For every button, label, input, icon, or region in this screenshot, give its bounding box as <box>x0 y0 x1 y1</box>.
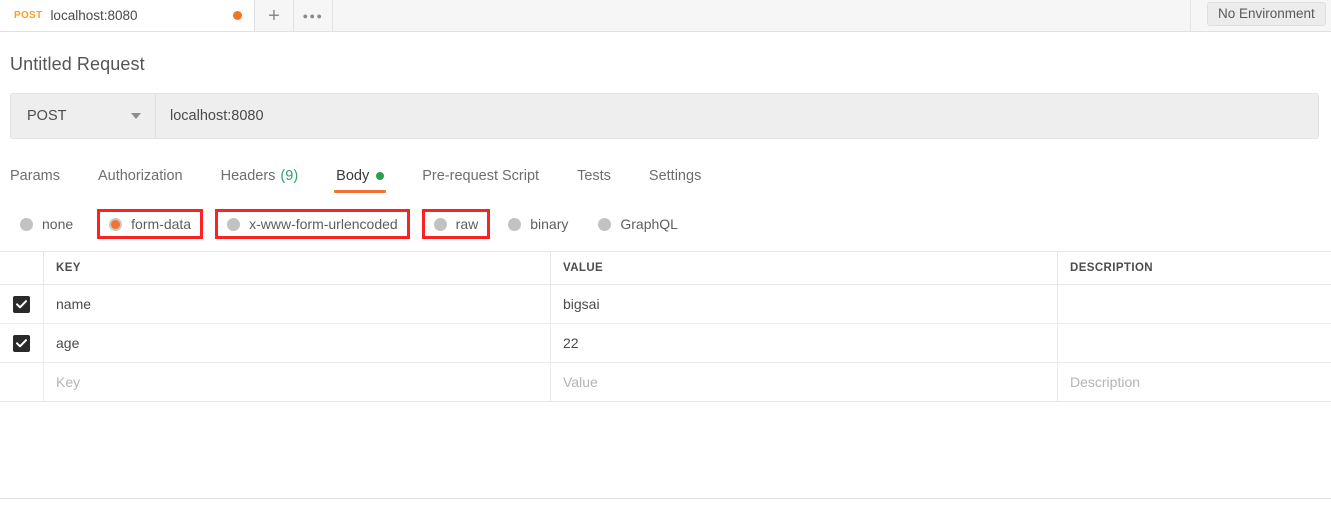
table-row: age 22 <box>0 324 1331 363</box>
environment-area: No Environment <box>1191 0 1331 31</box>
row-value-input[interactable]: 22 <box>551 324 1058 362</box>
radio-icon <box>598 218 611 231</box>
radio-icon <box>434 218 447 231</box>
new-row-key-input[interactable]: Key <box>44 363 551 401</box>
url-bar: POST localhost:8080 <box>10 93 1319 139</box>
body-present-dot-icon <box>376 172 384 180</box>
row-key-input[interactable]: age <box>44 324 551 362</box>
tabstrip-spacer <box>333 0 1191 31</box>
tab-tests-label: Tests <box>577 168 611 184</box>
body-type-x-www-form-urlencoded-label: x-www-form-urlencoded <box>249 216 398 232</box>
tab-pre-request-script-label: Pre-request Script <box>422 168 539 184</box>
body-type-radio-group: none form-data x-www-form-urlencoded raw… <box>0 207 1331 241</box>
tab-pre-request-script[interactable]: Pre-request Script <box>422 168 539 193</box>
new-row-description-input[interactable]: Description <box>1058 363 1331 401</box>
body-type-none[interactable]: none <box>14 212 79 236</box>
body-type-form-data[interactable]: form-data <box>97 209 203 239</box>
radio-icon <box>508 218 521 231</box>
row-value-input[interactable]: bigsai <box>551 285 1058 323</box>
more-tab-options-button[interactable]: ●●● <box>294 0 333 31</box>
row-description-input[interactable] <box>1058 324 1331 362</box>
body-type-none-label: none <box>42 216 73 232</box>
tab-body[interactable]: Body <box>336 168 384 193</box>
table-row: name bigsai <box>0 285 1331 324</box>
tab-authorization[interactable]: Authorization <box>98 168 183 193</box>
form-data-table: KEY VALUE DESCRIPTION name bigsai age 22 <box>0 251 1331 402</box>
body-type-graphql-label: GraphQL <box>620 216 678 232</box>
body-type-raw-label: raw <box>456 216 479 232</box>
table-header-row: KEY VALUE DESCRIPTION <box>0 252 1331 285</box>
row-enabled-checkbox[interactable] <box>13 296 30 313</box>
request-tab-strip: POST localhost:8080 + ●●● No Environment <box>0 0 1331 32</box>
header-value: VALUE <box>551 252 1058 284</box>
tab-settings[interactable]: Settings <box>649 168 701 193</box>
http-method-label: POST <box>27 108 66 124</box>
check-icon <box>16 339 27 348</box>
tab-headers-count: (9) <box>280 168 298 184</box>
request-section-tabs: Params Authorization Headers (9) Body Pr… <box>0 159 1331 193</box>
body-type-binary-label: binary <box>530 216 568 232</box>
environment-selector[interactable]: No Environment <box>1207 2 1326 26</box>
body-type-binary[interactable]: binary <box>502 212 574 236</box>
row-key-input[interactable]: name <box>44 285 551 323</box>
url-input[interactable]: localhost:8080 <box>156 94 1318 138</box>
new-row-value-input[interactable]: Value <box>551 363 1058 401</box>
body-type-form-data-label: form-data <box>131 216 191 232</box>
chevron-down-icon <box>131 113 141 119</box>
tab-headers[interactable]: Headers (9) <box>221 168 299 193</box>
row-description-input[interactable] <box>1058 285 1331 323</box>
tab-settings-label: Settings <box>649 168 701 184</box>
tab-authorization-label: Authorization <box>98 168 183 184</box>
placeholder-checkbox-cell <box>0 363 44 401</box>
tab-url-label: localhost:8080 <box>50 8 221 23</box>
tab-method-label: POST <box>14 10 42 21</box>
http-method-select[interactable]: POST <box>11 94 156 138</box>
page-title: Untitled Request <box>0 32 1331 75</box>
header-description: DESCRIPTION <box>1058 252 1331 284</box>
radio-icon <box>227 218 240 231</box>
ellipsis-icon: ●●● <box>303 11 324 21</box>
row-checkbox-cell <box>0 285 44 323</box>
check-icon <box>16 300 27 309</box>
new-tab-button[interactable]: + <box>255 0 294 31</box>
body-type-raw[interactable]: raw <box>422 209 491 239</box>
radio-icon <box>20 218 33 231</box>
request-tab-localhost[interactable]: POST localhost:8080 <box>0 0 255 31</box>
radio-selected-icon <box>109 218 122 231</box>
body-type-graphql[interactable]: GraphQL <box>592 212 684 236</box>
body-type-x-www-form-urlencoded[interactable]: x-www-form-urlencoded <box>215 209 410 239</box>
tab-params[interactable]: Params <box>10 168 60 193</box>
row-checkbox-cell <box>0 324 44 362</box>
header-key: KEY <box>44 252 551 284</box>
tab-body-label: Body <box>336 168 369 184</box>
tab-headers-label: Headers <box>221 168 276 184</box>
plus-icon: + <box>268 6 280 26</box>
tab-tests[interactable]: Tests <box>577 168 611 193</box>
bottom-divider <box>0 498 1331 499</box>
tab-params-label: Params <box>10 168 60 184</box>
unsaved-changes-dot-icon <box>233 11 242 20</box>
header-checkbox-cell <box>0 252 44 284</box>
row-enabled-checkbox[interactable] <box>13 335 30 352</box>
table-placeholder-row: Key Value Description <box>0 363 1331 401</box>
